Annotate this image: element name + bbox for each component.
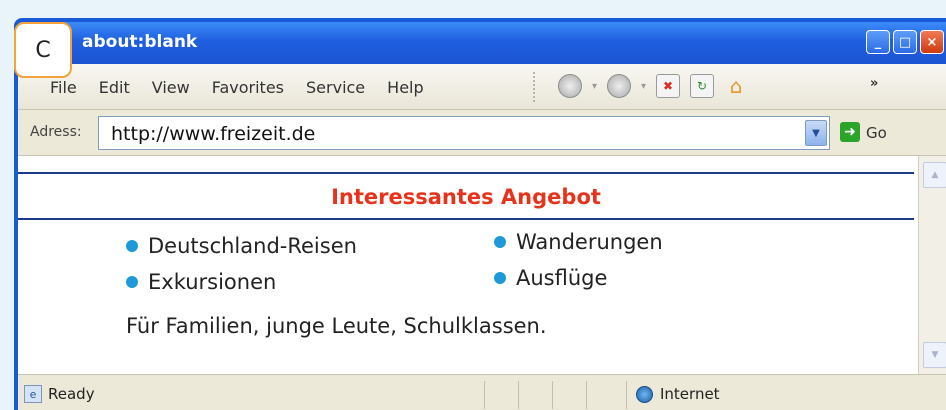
status-divider [552,381,553,409]
status-divider [586,381,587,409]
address-url[interactable]: http://www.freizeit.de [111,123,315,145]
address-dropdown-icon[interactable]: ▼ [805,120,827,146]
browser-window: about:blank _ □ × File Edit View Favorit… [14,18,946,410]
status-bar: e Ready Internet [18,374,946,410]
address-label: Adress: [30,124,82,140]
list-item-label: Ausflüge [516,266,608,290]
menu-bar: File Edit View Favorites Service Help ▾ … [18,64,946,110]
menu-view[interactable]: View [152,78,190,97]
refresh-icon[interactable]: ↻ [690,74,715,98]
address-bar: Adress: http://www.freizeit.de ▼ ➜ Go [18,110,946,156]
address-input[interactable]: http://www.freizeit.de ▼ [98,116,830,150]
back-dropdown-icon[interactable]: ▾ [592,81,597,92]
list-item: Deutschland-Reisen [126,234,357,258]
list-item-label: Wanderungen [516,230,663,254]
stop-icon[interactable]: ✖ [656,74,681,98]
go-arrow-icon[interactable]: ➜ [840,122,860,142]
target-group-text: Für Familien, junge Leute, Schulklassen. [126,314,547,338]
menu-service[interactable]: Service [306,78,365,97]
list-item: Exkursionen [126,270,276,294]
maximize-icon[interactable]: □ [893,30,917,54]
title-bar: about:blank _ □ × [18,22,946,64]
security-zone: Internet [660,385,720,403]
back-icon[interactable] [558,74,582,98]
toolbar-separator [533,72,535,102]
page-heading: Interessantes Angebot [331,185,601,209]
bullet-icon [494,236,506,248]
menu-edit[interactable]: Edit [99,78,130,97]
page-icon: e [24,385,42,403]
list-item-label: Exkursionen [148,270,277,294]
window-controls: _ □ × [866,30,944,54]
window-title: about:blank [82,32,198,52]
exercise-badge: C [14,22,72,78]
scroll-down-icon[interactable]: ▼ [923,342,946,368]
bullet-icon [494,272,506,284]
menu-favorites[interactable]: Favorites [212,78,284,97]
list-item: Ausflüge [494,266,607,290]
forward-icon[interactable] [607,74,632,98]
heading-rule-bottom [18,218,914,220]
home-icon[interactable]: ⌂ [724,74,748,98]
menu-file[interactable]: File [50,78,77,97]
vertical-scrollbar[interactable]: ▲ ▼ [918,156,946,374]
status-text: Ready [48,385,95,403]
toolbar-overflow-icon[interactable]: » [870,76,878,91]
toolbar: ▾ ▾ ✖ ↻ ⌂ [558,74,748,98]
globe-icon [636,386,653,403]
go-button[interactable]: Go [866,124,887,142]
status-divider [484,381,485,409]
minimize-icon[interactable]: _ [866,30,890,54]
status-divider [518,381,519,409]
list-item: Wanderungen [494,230,663,254]
bullet-icon [126,240,138,252]
forward-dropdown-icon[interactable]: ▾ [641,81,646,92]
scroll-up-icon[interactable]: ▲ [923,162,946,188]
list-item-label: Deutschland-Reisen [148,234,357,258]
heading-rule-top [18,172,914,174]
close-icon[interactable]: × [920,30,944,54]
status-divider [626,381,627,409]
bullet-icon [126,276,138,288]
menu-help[interactable]: Help [387,78,423,97]
menu-items: File Edit View Favorites Service Help [50,78,446,97]
page-content: Interessantes Angebot Deutschland-Reisen… [18,156,946,374]
